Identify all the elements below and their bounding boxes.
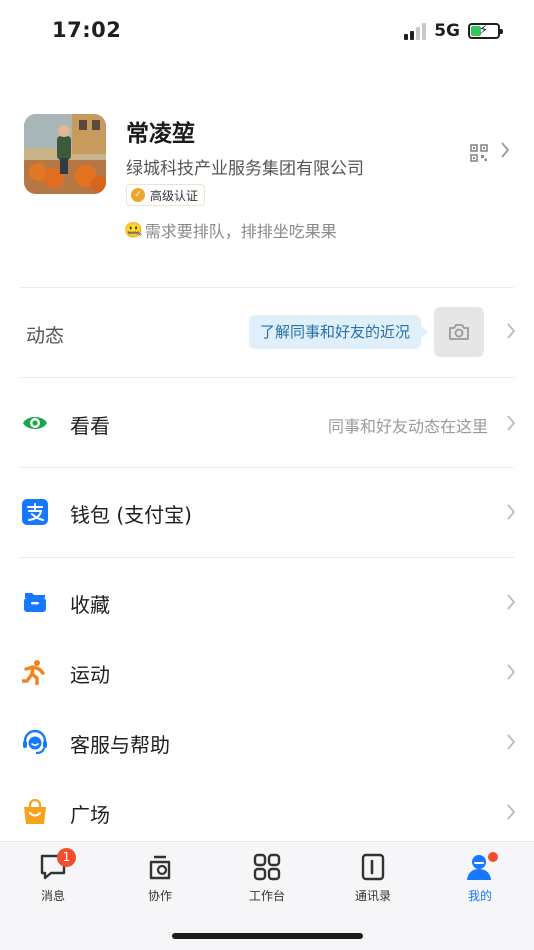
signature-text: 需求要排队，排排坐吃果果 xyxy=(144,222,337,241)
menu-item-look[interactable]: 看看 同事和好友动态在这里 xyxy=(0,388,534,458)
unread-badge: 1 xyxy=(57,848,76,867)
menu-item-label: 客服与帮助 xyxy=(70,733,170,757)
address-book-icon xyxy=(361,853,385,881)
status-bar: 17:02 5G ⚡ xyxy=(0,0,534,62)
menu-item-sport[interactable]: 运动 xyxy=(0,637,534,707)
tab-workbench[interactable]: 工作台 xyxy=(227,852,307,904)
zipper-mouth-emoji: 🤐 xyxy=(124,221,143,239)
menu-item-label: 看看 xyxy=(70,414,110,438)
chevron-right-icon xyxy=(507,323,516,339)
notification-dot xyxy=(488,852,498,862)
menu-item-label: 广场 xyxy=(70,803,110,827)
chevron-right-icon xyxy=(507,804,516,820)
profile-name: 常凌堃 xyxy=(126,121,195,147)
home-indicator[interactable] xyxy=(172,933,363,939)
avatar[interactable] xyxy=(24,114,106,194)
chevron-right-icon xyxy=(501,142,510,158)
tab-me[interactable]: 我的 xyxy=(440,852,520,904)
moments-label: 动态 xyxy=(26,325,65,347)
running-person-icon xyxy=(22,660,45,685)
cell-signal-icon xyxy=(404,22,427,40)
network-type: 5G xyxy=(434,21,460,41)
camera-icon xyxy=(449,324,469,340)
tab-label: 工作台 xyxy=(248,889,285,903)
camera-placeholder xyxy=(434,307,484,357)
profile-signature[interactable]: 🤐 需求要排队，排排坐吃果果 xyxy=(124,218,337,242)
tab-label: 我的 xyxy=(467,889,492,903)
status-indicators: 5G ⚡ xyxy=(404,20,503,42)
verified-check-icon: ✓ xyxy=(131,188,145,202)
menu-item-help[interactable]: 客服与帮助 xyxy=(0,707,534,777)
certification-badge: ✓ 高级认证 xyxy=(126,184,206,206)
tab-label: 通讯录 xyxy=(354,889,391,903)
collaboration-icon xyxy=(149,855,171,880)
tab-contacts[interactable]: 通讯录 xyxy=(333,852,413,904)
profile-company: 绿城科技产业服务集团有限公司 xyxy=(126,159,364,179)
chevron-right-icon xyxy=(507,734,516,750)
chevron-right-icon xyxy=(507,415,516,431)
charging-bolt-icon: ⚡ xyxy=(479,23,489,38)
tab-collab[interactable]: 协作 xyxy=(120,852,200,904)
menu-item-label: 钱包 (支付宝) xyxy=(70,503,192,527)
headset-support-icon xyxy=(23,729,47,754)
tab-label: 消息 xyxy=(40,889,65,903)
menu-item-label: 收藏 xyxy=(70,593,110,617)
eye-icon xyxy=(23,417,47,429)
qr-code-icon[interactable] xyxy=(470,144,488,162)
alipay-icon xyxy=(22,499,48,525)
divider xyxy=(20,467,514,468)
menu-item-square[interactable]: 广场 xyxy=(0,777,534,847)
chevron-right-icon xyxy=(507,594,516,610)
tab-messages[interactable]: 1 消息 xyxy=(13,848,93,904)
profile-header[interactable]: 常凌堃 绿城科技产业服务集团有限公司 ✓ 高级认证 🤐 需求要排队，排排坐吃果果 xyxy=(24,112,514,262)
divider xyxy=(20,557,514,558)
shopping-bag-icon xyxy=(24,799,46,824)
tab-label: 协作 xyxy=(147,889,172,903)
moments-hint-bubble: 了解同事和好友的近况 xyxy=(249,315,429,349)
status-time: 17:02 xyxy=(52,18,122,42)
chevron-right-icon xyxy=(507,504,516,520)
battery-icon: ⚡ xyxy=(468,23,503,39)
chevron-right-icon xyxy=(507,664,516,680)
menu-item-label: 运动 xyxy=(70,663,110,687)
grid-apps-icon xyxy=(253,853,281,881)
menu-item-hint: 同事和好友动态在这里 xyxy=(327,417,488,436)
folder-box-icon xyxy=(24,593,46,612)
menu-item-favorites[interactable]: 收藏 xyxy=(0,567,534,637)
badge-label: 高级认证 xyxy=(150,188,199,203)
moments-row[interactable]: 动态 了解同事和好友的近况 xyxy=(0,288,534,377)
divider xyxy=(20,377,514,378)
menu-item-wallet[interactable]: 钱包 (支付宝) xyxy=(0,477,534,547)
